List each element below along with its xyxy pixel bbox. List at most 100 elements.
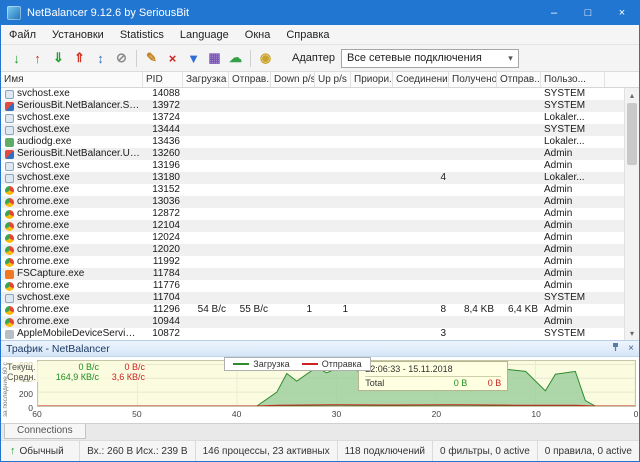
- column-header[interactable]: Соединение: [393, 72, 449, 87]
- cell: [393, 220, 449, 232]
- minimize-button[interactable]: –: [537, 1, 571, 25]
- cell: [183, 220, 229, 232]
- cell: [229, 88, 271, 100]
- table-row[interactable]: AppleMobileDeviceService.exe 10872 3 SYSTEM: [1, 328, 639, 340]
- column-header[interactable]: Приори...: [351, 72, 393, 87]
- svchost-icon: [5, 113, 14, 123]
- table-row[interactable]: chrome.exe 12020 Admin: [1, 244, 639, 256]
- column-header[interactable]: Получено: [449, 72, 497, 87]
- column-header[interactable]: Имя: [1, 72, 143, 87]
- menu-item[interactable]: Statistics: [112, 25, 172, 44]
- table-row[interactable]: svchost.exe 13196 Admin: [1, 160, 639, 172]
- cell: [315, 184, 351, 196]
- table-row[interactable]: chrome.exe 12104 Admin: [1, 220, 639, 232]
- cell: 13152: [152, 184, 180, 195]
- table-row[interactable]: SeriousBit.NetBalancer.Servic... 13972 SYS…: [1, 100, 639, 112]
- cell: 11296: [152, 304, 180, 315]
- close-panel-icon[interactable]: ×: [628, 343, 634, 354]
- block-traffic-icon[interactable]: ↕: [90, 48, 111, 69]
- table-row[interactable]: chrome.exe 11992 Admin: [1, 256, 639, 268]
- lock-icon[interactable]: ◉: [255, 48, 276, 69]
- column-header[interactable]: Пользо...: [541, 72, 605, 87]
- pin-icon[interactable]: [611, 342, 620, 355]
- table-row[interactable]: chrome.exe 13036 Admin: [1, 196, 639, 208]
- edit-priority-icon[interactable]: ✎: [141, 48, 162, 69]
- menu-item[interactable]: Language: [172, 25, 237, 44]
- menu-item[interactable]: Установки: [44, 25, 112, 44]
- cell: chrome.exe: [1, 232, 143, 244]
- column-header[interactable]: Отправ...: [229, 72, 271, 87]
- status-item: 118 подключений: [336, 441, 432, 461]
- x-axis-ticks: 60 50 40 30 20 10 0: [32, 408, 638, 420]
- table-row[interactable]: svchost.exe 13724 Lokaler...: [1, 112, 639, 124]
- column-header[interactable]: PID: [143, 72, 183, 87]
- cell: SYSTEM: [544, 124, 586, 135]
- cell: [315, 220, 351, 232]
- cell: [393, 244, 449, 256]
- cell: [351, 160, 393, 172]
- cell: [393, 268, 449, 280]
- scrollbar-thumb[interactable]: [627, 103, 637, 165]
- table-row[interactable]: svchost.exe 11704 SYSTEM: [1, 292, 639, 304]
- table-row[interactable]: chrome.exe 10944 Admin: [1, 316, 639, 328]
- delete-rule-icon[interactable]: ×: [162, 48, 183, 69]
- priority-download-icon[interactable]: ↓: [6, 48, 27, 69]
- column-header[interactable]: Отправ...: [497, 72, 541, 87]
- table-row[interactable]: FSCapture.exe 11784 Admin: [1, 268, 639, 280]
- tab-connections[interactable]: Connections: [4, 424, 86, 439]
- vertical-scrollbar[interactable]: ▴ ▾: [624, 88, 639, 340]
- limit-download-icon[interactable]: ⇓: [48, 48, 69, 69]
- table-row[interactable]: chrome.exe 11776 Admin: [1, 280, 639, 292]
- cell: [271, 316, 315, 328]
- menu-item[interactable]: Окна: [237, 25, 279, 44]
- cell: [271, 196, 315, 208]
- table-row[interactable]: audiodg.exe 13436 Lokaler...: [1, 136, 639, 148]
- cell: [351, 184, 393, 196]
- limit-upload-icon[interactable]: ⇑: [69, 48, 90, 69]
- scroll-up-icon[interactable]: ▴: [625, 88, 639, 102]
- column-header[interactable]: Up p/s: [315, 72, 351, 87]
- table-row[interactable]: svchost.exe 14088 SYSTEM: [1, 88, 639, 100]
- charts-icon[interactable]: ▦: [204, 48, 225, 69]
- close-button[interactable]: ×: [605, 1, 639, 25]
- cell: [183, 136, 229, 148]
- sync-cloud-icon[interactable]: ☁: [225, 48, 246, 69]
- status-mode-section[interactable]: ↑ Обычный: [1, 445, 73, 457]
- cell: Admin: [544, 304, 573, 315]
- menu-item[interactable]: Файл: [1, 25, 44, 44]
- cell: Admin: [544, 196, 573, 207]
- priority-upload-icon[interactable]: ↑: [27, 48, 48, 69]
- cell: [351, 196, 393, 208]
- column-header[interactable]: Загрузка: [183, 72, 229, 87]
- maximize-button[interactable]: □: [571, 1, 605, 25]
- table-row[interactable]: chrome.exe 12024 Admin: [1, 232, 639, 244]
- menu-item[interactable]: Справка: [278, 25, 337, 44]
- ignore-traffic-icon[interactable]: ⊘: [111, 48, 132, 69]
- cell: svchost.exe: [1, 124, 143, 136]
- cell: [449, 220, 497, 232]
- cell: [183, 160, 229, 172]
- table-row[interactable]: chrome.exe 13152 Admin: [1, 184, 639, 196]
- cell: [229, 316, 271, 328]
- status-item: Вх.: 260 В Исх.: 239 В: [79, 441, 194, 461]
- filter-icon[interactable]: ▼: [183, 48, 204, 69]
- cell: [497, 292, 541, 304]
- cell: [497, 256, 541, 268]
- column-header[interactable]: Down p/s: [271, 72, 315, 87]
- cell: [229, 244, 271, 256]
- table-row[interactable]: svchost.exe 13180 4 Lokaler...: [1, 172, 639, 184]
- table-row[interactable]: chrome.exe 12872 Admin: [1, 208, 639, 220]
- adapter-select[interactable]: Все сетевые подключения ▾: [340, 48, 519, 68]
- table-row[interactable]: chrome.exe 11296 54 В/с 55 В/с 1 1 8 8,4 KB 6,4 …: [1, 304, 639, 316]
- cell: [393, 100, 449, 112]
- cell: [315, 88, 351, 100]
- cell: [183, 208, 229, 220]
- scroll-down-icon[interactable]: ▾: [625, 326, 639, 340]
- cell: 13972: [152, 100, 180, 111]
- cell: [183, 172, 229, 184]
- cell: [497, 196, 541, 208]
- table-row[interactable]: SeriousBit.NetBalancer.UI.exe 13260 Admin: [1, 148, 639, 160]
- cell: [229, 100, 271, 112]
- table-row[interactable]: svchost.exe 13444 SYSTEM: [1, 124, 639, 136]
- cell: Admin: [544, 160, 573, 171]
